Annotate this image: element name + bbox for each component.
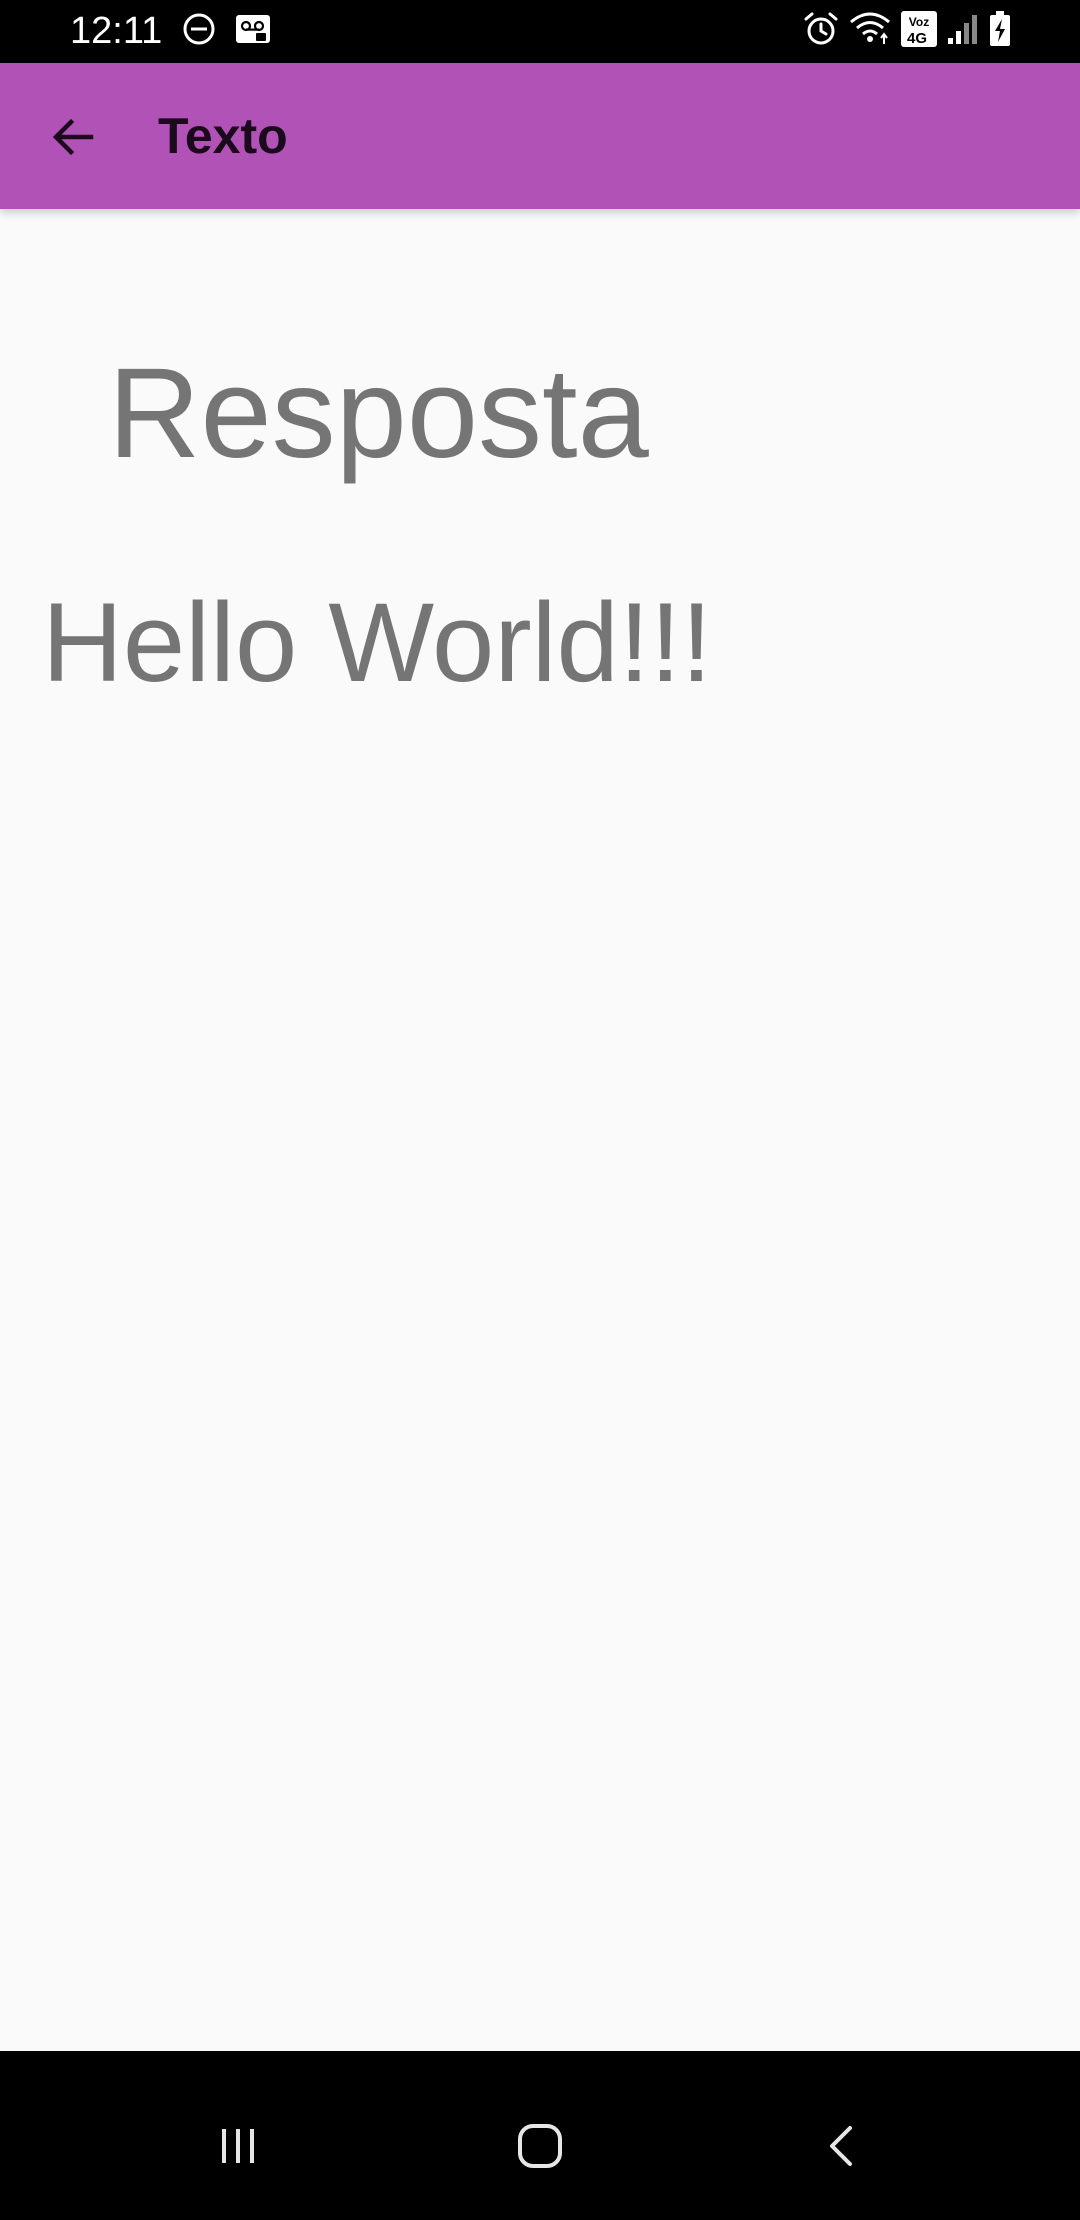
back-icon: [830, 2126, 852, 2166]
page-title: Texto: [158, 108, 288, 164]
screen: 12:11 Voz 4G Texto Resposta Hello World!…: [0, 0, 1080, 2220]
content-area: Resposta Hello World!!!: [0, 209, 1080, 2051]
nav-back-button[interactable]: [792, 2101, 892, 2191]
battery-charging-icon: [990, 11, 1010, 46]
status-right-icons: Voz 4G: [802, 10, 1012, 48]
status-left-icons: [182, 12, 272, 46]
status-bar: 12:11 Voz 4G: [0, 0, 1080, 63]
volte-4g-icon: Voz 4G: [901, 11, 937, 47]
svg-text:Voz: Voz: [909, 15, 929, 29]
do-not-disturb-icon: [183, 13, 215, 45]
recents-button[interactable]: [188, 2101, 288, 2191]
body-text: Hello World!!!: [42, 580, 713, 705]
alarm-icon: [804, 12, 838, 45]
status-time: 12:11: [70, 10, 163, 52]
signal-icon: [948, 15, 977, 44]
wifi-icon: [850, 12, 890, 44]
home-icon: [518, 2124, 562, 2168]
navigation-bar: [0, 2051, 1080, 2220]
voicemail-icon: [236, 15, 270, 43]
heading-text: Resposta: [108, 342, 649, 485]
home-button[interactable]: [490, 2101, 590, 2191]
recents-icon: [222, 2129, 254, 2163]
svg-text:4G: 4G: [907, 30, 927, 47]
back-button[interactable]: [28, 97, 118, 177]
arrow-back-icon: [52, 118, 94, 156]
app-bar: Texto: [0, 63, 1080, 209]
